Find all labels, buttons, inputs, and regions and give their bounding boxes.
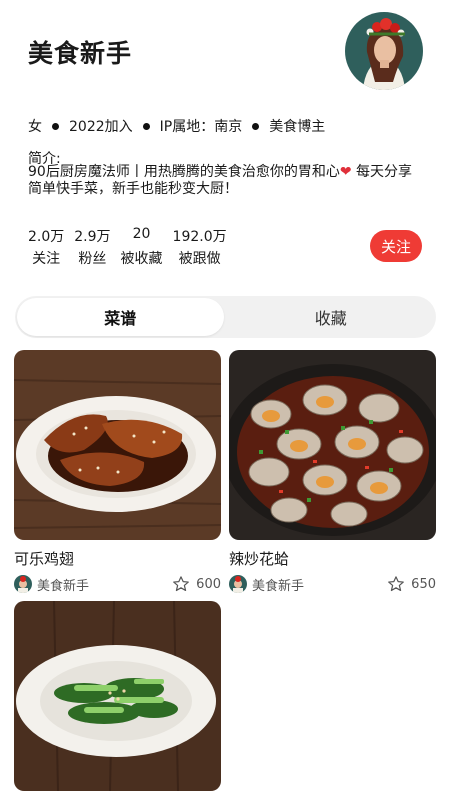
recipe-image[interactable] [14, 601, 221, 791]
recipe-footer: 美食新手 600 [14, 572, 221, 596]
tab-recipes[interactable]: 菜谱 [17, 298, 224, 336]
content-tabs: 菜谱 收藏 [15, 296, 436, 338]
stat-label: 被跟做 [178, 251, 221, 267]
ip-location-text: IP属地：南京 [159, 119, 243, 135]
separator-dot [142, 122, 150, 130]
recipe-footer: 美食新手 650 [229, 572, 436, 596]
author-avatar[interactable] [14, 575, 32, 593]
separator-dot [52, 122, 59, 130]
recipe-card[interactable]: 可乐鸡翅 美食新手 600 [14, 350, 221, 596]
stat-label: 关注 [32, 251, 61, 267]
stat-label: 粉丝 [78, 251, 107, 267]
separator-dot [252, 122, 260, 130]
stat-value: 2.9万 [74, 229, 111, 245]
profile-avatar[interactable] [345, 12, 423, 90]
stat-value: 20 [132, 226, 151, 242]
profile-meta: 女 2022加入 IP属地：南京 美食博主 [28, 116, 325, 136]
star-icon[interactable] [387, 575, 405, 593]
follow-button[interactable]: 关注 [370, 230, 422, 262]
stat-label: 被收藏 [120, 251, 163, 267]
bio-line: 90后厨房魔法师丨用热腾腾的美食治愈你的胃和心 [28, 164, 340, 180]
gender-text: 女 [28, 119, 42, 135]
heart-icon: ❤ [339, 164, 352, 180]
author-name[interactable]: 美食新手 [37, 575, 172, 594]
recipe-image[interactable] [14, 350, 221, 540]
recipe-title: 可乐鸡翅 [14, 550, 75, 568]
stat-value: 2.0万 [28, 229, 65, 245]
stats-row: 2.0万 关注 2.9万 粉丝 20 被收藏 192.0万 被跟做 [28, 226, 227, 270]
favorite-count: 650 [411, 576, 436, 592]
recipe-title: 辣炒花蛤 [229, 550, 290, 568]
author-name[interactable]: 美食新手 [252, 575, 387, 594]
stat-value: 192.0万 [172, 229, 227, 245]
star-icon[interactable] [172, 575, 190, 593]
tab-favorites[interactable]: 收藏 [228, 298, 435, 336]
stat-following[interactable]: 2.0万 关注 [28, 226, 64, 270]
author-avatar[interactable] [229, 575, 247, 593]
stat-collected[interactable]: 20 被收藏 [121, 226, 163, 270]
joined-text: 2022加入 [69, 119, 133, 135]
recipe-card[interactable] [14, 601, 221, 791]
stat-fans[interactable]: 2.9万 粉丝 [74, 226, 110, 270]
bio-text: 90后厨房魔法师丨用热腾腾的美食治愈你的胃和心❤ 每天分享简单快手菜，新手也能秒… [28, 164, 418, 198]
stat-followed-cook[interactable]: 192.0万 被跟做 [173, 226, 227, 270]
profile-name: 美食新手 [28, 39, 133, 68]
recipe-card[interactable]: 辣炒花蛤 美食新手 650 [229, 350, 436, 596]
role-text: 美食博主 [269, 119, 326, 135]
favorite-count: 600 [196, 576, 221, 592]
recipe-image[interactable] [229, 350, 436, 540]
